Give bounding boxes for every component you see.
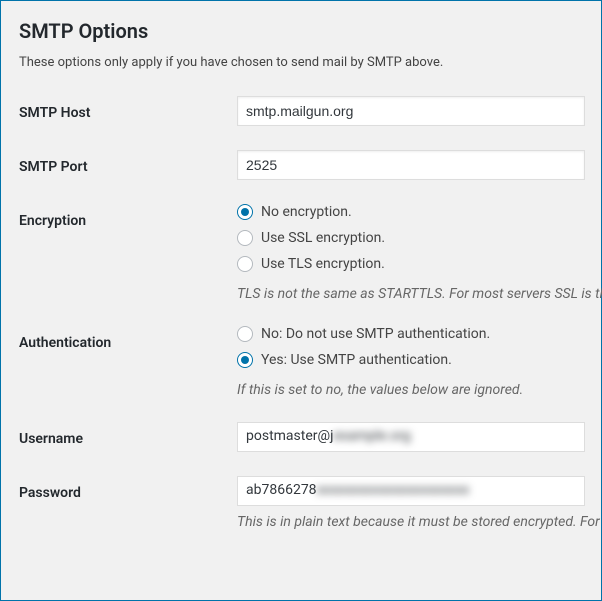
section-description: These options only apply if you have cho…	[19, 55, 601, 70]
encryption-radio-group: No encryption. Use SSL encryption. Use T…	[237, 204, 602, 302]
password-label: Password	[19, 485, 81, 501]
encryption-option-tls[interactable]: Use TLS encryption.	[237, 256, 602, 272]
radio-icon	[237, 230, 253, 246]
radio-icon	[237, 352, 253, 368]
radio-icon	[237, 256, 253, 272]
encryption-option-none[interactable]: No encryption.	[237, 204, 602, 220]
encryption-option-ssl-label: Use SSL encryption.	[261, 230, 385, 246]
row-password: Password ab7866278xxxxxxxxxxxxxxxxxxxxxx…	[19, 476, 601, 530]
password-input[interactable]	[237, 476, 585, 506]
row-smtp-port: SMTP Port	[19, 150, 601, 180]
row-smtp-host: SMTP Host	[19, 96, 601, 126]
authentication-option-no-label: No: Do not use SMTP authentication.	[261, 326, 490, 342]
smtp-port-input[interactable]	[237, 150, 585, 180]
row-username: Username postmaster@jexample.org	[19, 422, 601, 452]
authentication-label: Authentication	[19, 335, 111, 351]
username-label: Username	[19, 431, 83, 447]
encryption-help-text: TLS is not the same as STARTTLS. For mos…	[237, 286, 602, 302]
authentication-option-no[interactable]: No: Do not use SMTP authentication.	[237, 326, 599, 342]
authentication-radio-group: No: Do not use SMTP authentication. Yes:…	[237, 326, 599, 398]
authentication-option-yes[interactable]: Yes: Use SMTP authentication.	[237, 352, 599, 368]
encryption-option-tls-label: Use TLS encryption.	[261, 256, 385, 272]
smtp-host-label: SMTP Host	[19, 105, 90, 121]
row-authentication: Authentication No: Do not use SMTP authe…	[19, 326, 601, 398]
radio-icon	[237, 204, 253, 220]
authentication-help-text: If this is set to no, the values below a…	[237, 382, 599, 398]
encryption-option-none-label: No encryption.	[261, 204, 352, 220]
encryption-option-ssl[interactable]: Use SSL encryption.	[237, 230, 602, 246]
section-heading: SMTP Options	[19, 19, 601, 43]
smtp-options-panel: SMTP Options These options only apply if…	[0, 0, 602, 601]
smtp-host-input[interactable]	[237, 96, 585, 126]
password-help-text: This is in plain text because it must be…	[237, 514, 602, 530]
row-encryption: Encryption No encryption. Use SSL encryp…	[19, 204, 601, 302]
smtp-port-label: SMTP Port	[19, 159, 88, 175]
encryption-label: Encryption	[19, 213, 86, 229]
radio-icon	[237, 326, 253, 342]
username-input[interactable]	[237, 422, 585, 452]
authentication-option-yes-label: Yes: Use SMTP authentication.	[261, 352, 452, 368]
